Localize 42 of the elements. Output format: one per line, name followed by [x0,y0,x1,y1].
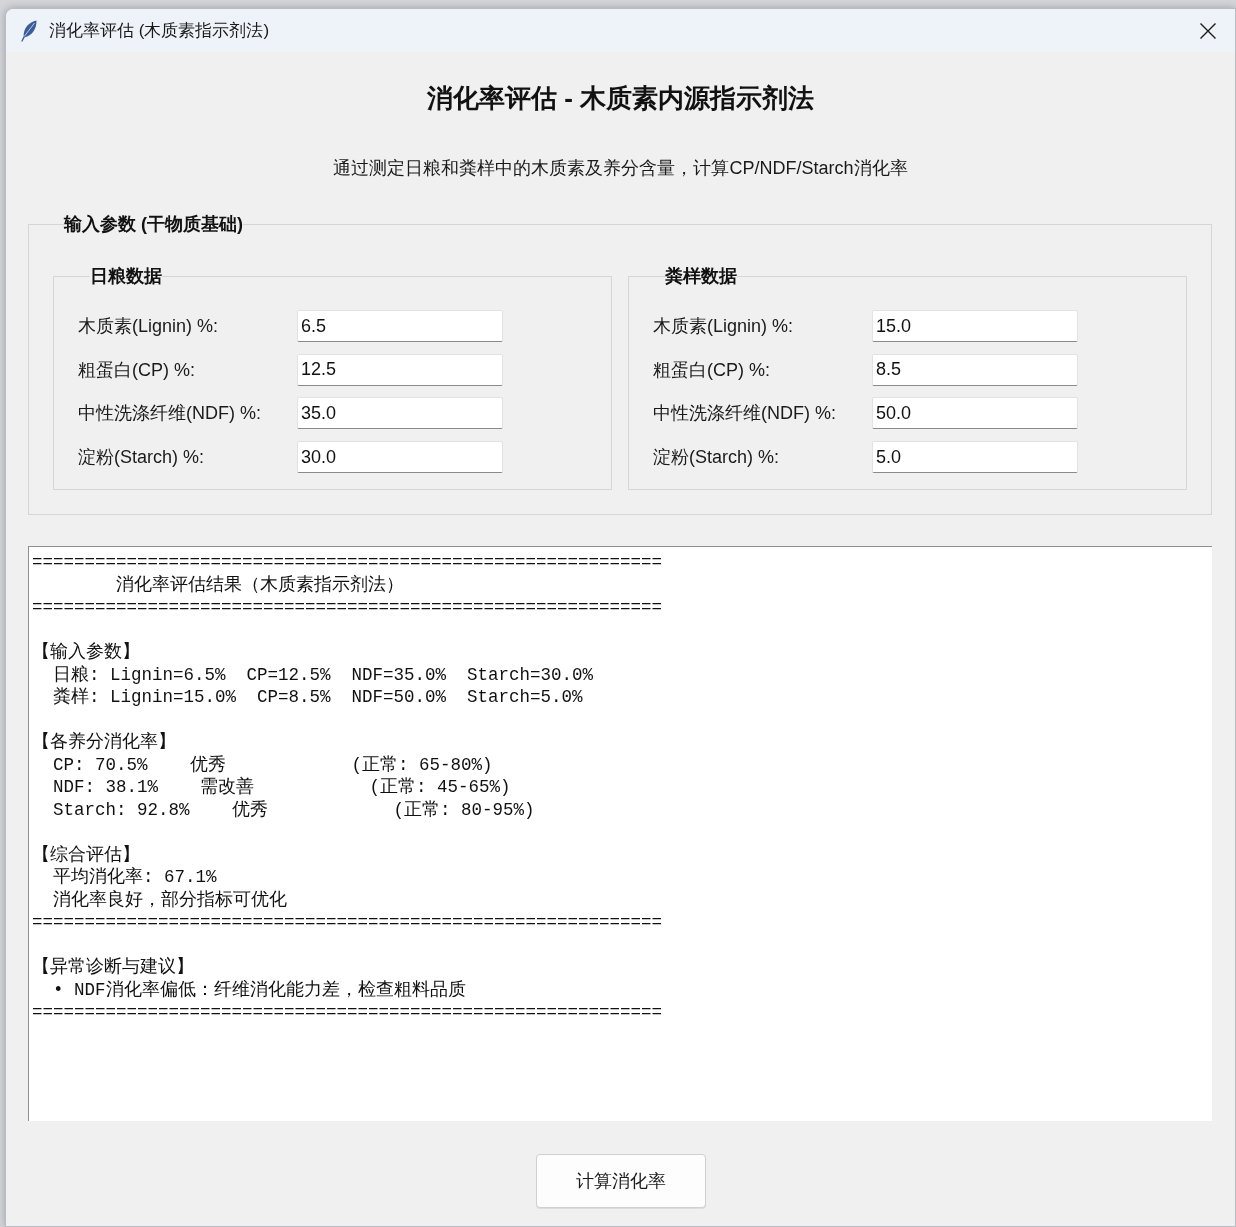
text-input[interactable]: 8.5 [872,353,1078,386]
panel-title: 粪样数据 [665,265,737,288]
separator-text: ============================================================ [32,911,663,934]
field-label: 木质素(Lignin) %: [653,315,795,338]
close-icon [1200,22,1216,39]
text-input[interactable]: 6.5 [297,310,503,342]
separator-text: ============================================================ [32,596,663,619]
section-heading: 【异常诊断与建议】 [32,956,194,979]
feather-icon [20,19,38,42]
text-input[interactable]: 15.0 [872,310,1078,342]
result-line: 日粮: Lignin=6.5% CP=12.5% NDF=35.0% Starch=30.0% [53,663,594,687]
result-line: 粪样: Lignin=15.0% CP=8.5% NDF=50.0% Starch=5.0% [53,686,583,709]
separator-text: ============================================================ [32,1001,663,1024]
result-line: 消化率良好，部分指标可优化 [53,888,287,912]
field-label: 淀粉(Starch) %: [78,446,206,470]
panel-title: 日粮数据 [90,265,162,288]
section-heading: 【各养分消化率】 [32,731,176,754]
section-heading: 【输入参数】 [32,641,140,664]
window-title: 消化率评估 (木质素指示剂法) [49,19,270,42]
text-input[interactable]: 30.0 [297,441,503,474]
field-label: 粗蛋白(CP) %: [78,358,196,382]
calculate-button[interactable]: 计算消化率 [535,1154,706,1209]
result-line: • NDF消化率偏低：纤维消化能力差，检查粗料品质 [53,978,466,1002]
result-line: NDF: 38.1% 需改善 (正常: 45-65%) [53,776,511,799]
text-input[interactable]: 5.0 [872,441,1078,474]
page-subtitle: 通过测定日粮和粪样中的木质素及养分含量，计算CP/NDF/Starch消化率 [333,157,908,180]
field-label: 木质素(Lignin) %: [78,315,220,338]
result-line: Starch: 92.8% 优秀 (正常: 80-95%) [53,798,535,822]
field-label: 淀粉(Starch) %: [653,446,781,470]
result-title: 消化率评估结果（木质素指示剂法） [116,573,404,597]
result-line: CP: 70.5% 优秀 (正常: 65-80%) [53,753,493,776]
result-line: 平均消化率: 67.1% [53,866,217,889]
section-heading: 【综合评估】 [32,843,140,867]
page-heading: 消化率评估 - 木质素内源指示剂法 [426,82,815,115]
text-input[interactable]: 50.0 [872,397,1078,430]
field-label: 中性洗涤纤维(NDF) %: [653,402,837,426]
text-input[interactable]: 35.0 [297,397,503,430]
separator-text: ============================================================ [32,551,663,574]
group-title: 输入参数 (干物质基础) [64,213,243,236]
text-input[interactable]: 12.5 [297,353,503,386]
field-label: 粗蛋白(CP) %: [653,358,771,382]
field-label: 中性洗涤纤维(NDF) %: [78,402,262,426]
